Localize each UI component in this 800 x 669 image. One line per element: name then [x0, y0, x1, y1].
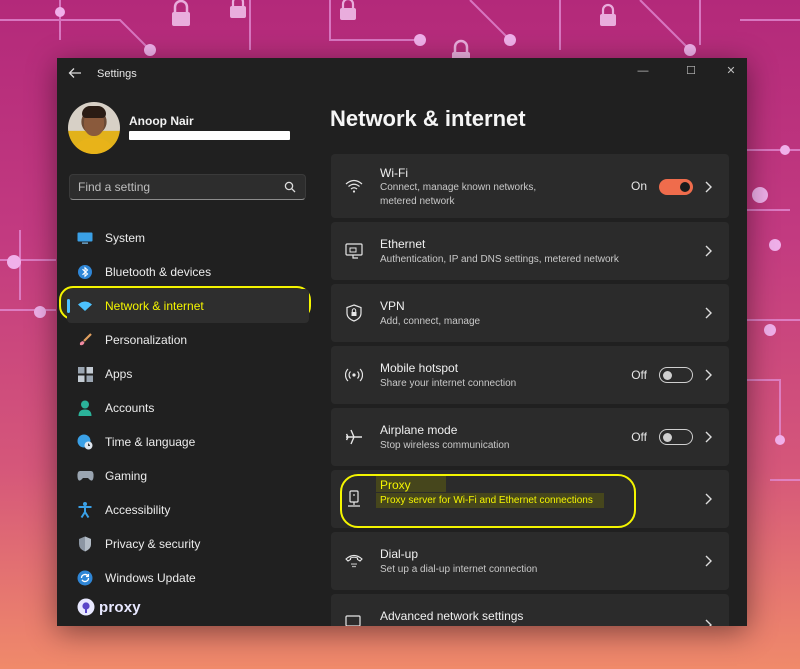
- card-description: Set up a dial-up internet connection: [380, 564, 538, 575]
- sidebar-item-system[interactable]: System: [67, 221, 309, 255]
- sidebar-item-gaming[interactable]: Gaming: [67, 459, 309, 493]
- proxy-logo-icon: [77, 598, 95, 616]
- chevron-right-icon: [705, 555, 712, 567]
- ethernet-icon: [344, 241, 364, 261]
- sidebar-item-label: Accounts: [105, 401, 155, 415]
- sidebar-item-accounts[interactable]: Accounts: [67, 391, 309, 425]
- chevron-right-icon: [705, 619, 712, 626]
- vpn-card[interactable]: VPN Add, connect, manage: [331, 284, 729, 342]
- search-icon[interactable]: [284, 181, 296, 193]
- accessibility-icon: [76, 501, 94, 519]
- wifi-icon: [76, 297, 94, 315]
- apps-icon: [76, 365, 94, 383]
- wifi-card[interactable]: Wi-Fi Connect, manage known networks, me…: [331, 154, 729, 218]
- sidebar-item-label: Personalization: [105, 333, 188, 347]
- wifi-toggle[interactable]: [659, 179, 693, 195]
- mobile-hotspot-toggle[interactable]: [659, 367, 693, 383]
- mobile-hotspot-card[interactable]: Mobile hotspot Share your internet conne…: [331, 346, 729, 404]
- close-button[interactable]: ✕: [721, 62, 741, 80]
- sidebar-item-privacy-security[interactable]: Privacy & security: [67, 527, 309, 561]
- hotspot-icon: [344, 365, 364, 385]
- ethernet-card[interactable]: Ethernet Authentication, IP and DNS sett…: [331, 222, 729, 280]
- back-arrow-icon[interactable]: [68, 66, 84, 82]
- card-description: Connect, manage known networks,: [380, 182, 537, 193]
- sidebar-item-label: Accessibility: [105, 503, 171, 517]
- vpn-shield-icon: [344, 303, 364, 323]
- sidebar-item-personalization[interactable]: Personalization: [67, 323, 309, 357]
- sidebar-item-bluetooth[interactable]: Bluetooth & devices: [67, 255, 309, 289]
- airplane-mode-card[interactable]: Airplane mode Stop wireless communicatio…: [331, 408, 729, 466]
- chevron-right-icon: [705, 493, 712, 505]
- sidebar-item-label: Time & language: [105, 435, 196, 449]
- app-title: Settings: [97, 68, 137, 80]
- search-input[interactable]: [78, 179, 278, 195]
- card-description: Share your internet connection: [380, 378, 517, 389]
- card-description-line2: metered network: [380, 196, 455, 207]
- sidebar-item-windows-update[interactable]: Windows Update: [67, 561, 309, 595]
- sidebar-item-time-language[interactable]: Time & language: [67, 425, 309, 459]
- card-title: Wi-Fi: [380, 166, 408, 180]
- avatar: [68, 102, 120, 154]
- card-title: Dial-up: [380, 547, 419, 561]
- dialup-icon: [344, 551, 364, 571]
- monitor-icon: [76, 229, 94, 247]
- sidebar-nav: System Bluetooth & devices Network & int…: [67, 221, 309, 595]
- card-title: Mobile hotspot: [380, 361, 459, 375]
- sidebar-item-label: Windows Update: [105, 571, 196, 585]
- advanced-network-settings-card[interactable]: Advanced network settings: [331, 594, 729, 626]
- chevron-right-icon: [705, 431, 712, 443]
- shield-icon: [76, 535, 94, 553]
- sidebar-item-label: Bluetooth & devices: [105, 265, 212, 279]
- search-box[interactable]: [69, 174, 306, 200]
- sidebar-item-apps[interactable]: Apps: [67, 357, 309, 391]
- gamepad-icon: [76, 467, 94, 485]
- card-description: Authentication, IP and DNS settings, met…: [380, 254, 619, 265]
- chevron-right-icon: [705, 245, 712, 257]
- person-icon: [76, 399, 94, 417]
- toggle-state-label: On: [630, 179, 647, 193]
- sidebar-item-label: Apps: [105, 367, 133, 381]
- card-title: Ethernet: [380, 237, 426, 251]
- airplane-mode-toggle[interactable]: [659, 429, 693, 445]
- airplane-icon: [344, 427, 364, 447]
- title-bar: Settings — ☐ ✕: [57, 58, 747, 90]
- dial-up-card[interactable]: Dial-up Set up a dial-up internet connec…: [331, 532, 729, 590]
- wifi-icon: [344, 176, 364, 196]
- user-email-redacted: [129, 131, 290, 140]
- card-title: Airplane mode: [380, 423, 458, 437]
- sidebar-item-network[interactable]: Network & internet: [67, 289, 309, 323]
- card-description: Stop wireless communication: [380, 440, 510, 451]
- minimize-button[interactable]: —: [633, 62, 653, 80]
- settings-window: Settings — ☐ ✕ Anoop Nair System Bluetoo…: [57, 58, 747, 626]
- user-name: Anoop Nair: [129, 114, 194, 128]
- maximize-button[interactable]: ☐: [681, 62, 701, 80]
- bluetooth-icon: [76, 263, 94, 281]
- update-icon: [76, 569, 94, 587]
- sidebar-item-label: Network & internet: [105, 299, 204, 313]
- sidebar-item-label: Gaming: [105, 469, 148, 483]
- card-description: Add, connect, manage: [380, 316, 481, 327]
- toggle-state-label: Off: [631, 368, 647, 382]
- advanced-network-icon: [344, 613, 364, 626]
- sidebar-item-label: Privacy & security: [105, 537, 201, 551]
- toggle-state-label: Off: [631, 430, 647, 444]
- globe-clock-icon: [76, 433, 94, 451]
- sidebar-item-accessibility[interactable]: Accessibility: [67, 493, 309, 527]
- chevron-right-icon: [705, 307, 712, 319]
- card-title: VPN: [380, 299, 405, 313]
- page-title: Network & internet: [330, 106, 526, 131]
- brush-icon: [76, 331, 94, 349]
- chevron-right-icon: [705, 181, 712, 193]
- proxy-watermark: proxy: [77, 598, 141, 616]
- sidebar-item-label: System: [105, 231, 146, 245]
- proxy-highlight-annotation: [340, 474, 636, 528]
- proxy-watermark-text: proxy: [99, 598, 141, 616]
- card-title: Advanced network settings: [380, 609, 524, 623]
- chevron-right-icon: [705, 369, 712, 381]
